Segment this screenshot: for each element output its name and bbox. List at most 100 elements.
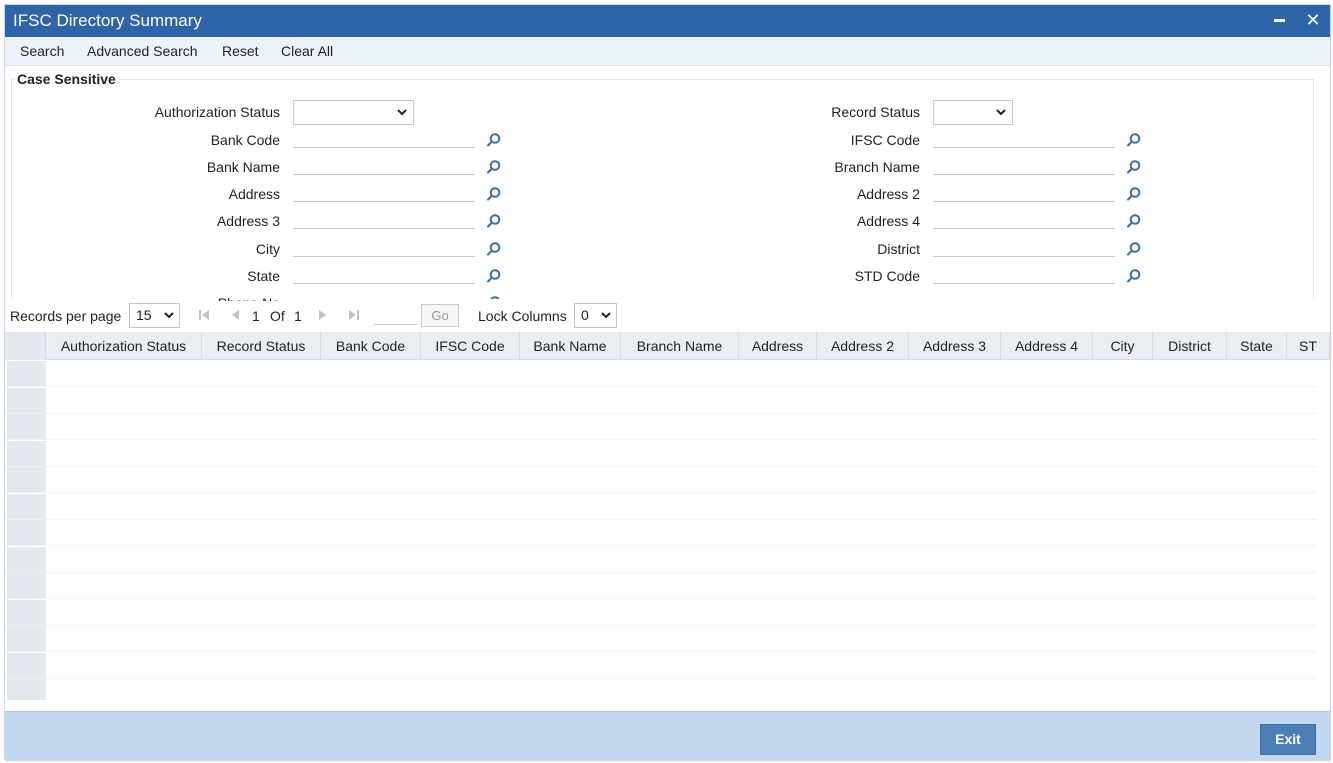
row-selector[interactable] bbox=[7, 467, 46, 492]
chevron-down-icon bbox=[601, 312, 611, 319]
table-row[interactable] bbox=[5, 572, 1316, 599]
ifsc-code-input[interactable] bbox=[933, 126, 1115, 148]
row-selector[interactable] bbox=[7, 361, 46, 386]
select-all-cell[interactable] bbox=[5, 332, 46, 360]
table-row[interactable] bbox=[5, 652, 1316, 679]
column-header[interactable]: District bbox=[1153, 332, 1227, 360]
lock-columns-select[interactable]: 0 bbox=[574, 303, 617, 328]
table-row[interactable] bbox=[5, 466, 1316, 493]
column-header[interactable]: Branch Name bbox=[621, 332, 739, 360]
search-button[interactable]: Search bbox=[20, 43, 64, 59]
results-grid: Authorization Status Record Status Bank Co… bbox=[5, 332, 1330, 700]
lock-columns-value: 0 bbox=[581, 307, 589, 323]
advanced-search-button[interactable]: Advanced Search bbox=[87, 43, 198, 59]
table-row[interactable] bbox=[5, 440, 1316, 467]
table-row[interactable] bbox=[5, 599, 1316, 626]
table-row[interactable] bbox=[5, 546, 1316, 573]
row-selector[interactable] bbox=[7, 679, 46, 700]
column-header[interactable]: Record Status bbox=[202, 332, 321, 360]
of-label: Of bbox=[270, 308, 285, 324]
table-row[interactable] bbox=[5, 387, 1316, 414]
branch-name-input[interactable] bbox=[933, 153, 1115, 175]
records-per-page-select[interactable]: 15 bbox=[129, 303, 180, 328]
minimize-button[interactable] bbox=[1268, 9, 1290, 31]
search-lookup-icon[interactable] bbox=[1126, 268, 1142, 284]
search-lookup-icon[interactable] bbox=[486, 132, 502, 148]
authorization-status-select[interactable] bbox=[293, 100, 414, 125]
exit-button[interactable]: Exit bbox=[1260, 724, 1316, 755]
search-lookup-icon[interactable] bbox=[486, 268, 502, 284]
column-header[interactable]: City bbox=[1093, 332, 1153, 360]
search-lookup-icon[interactable] bbox=[1126, 241, 1142, 257]
table-row[interactable] bbox=[5, 493, 1316, 520]
column-header[interactable]: State bbox=[1227, 332, 1287, 360]
state-input[interactable] bbox=[293, 262, 475, 284]
search-lookup-icon[interactable] bbox=[1126, 213, 1142, 229]
district-input[interactable] bbox=[933, 235, 1115, 257]
reset-button[interactable]: Reset bbox=[222, 43, 259, 59]
lock-columns-label: Lock Columns bbox=[478, 308, 567, 324]
address-input[interactable] bbox=[293, 180, 475, 202]
column-header[interactable]: IFSC Code bbox=[421, 332, 520, 360]
previous-page-icon[interactable] bbox=[228, 308, 242, 322]
row-selector[interactable] bbox=[7, 573, 46, 598]
column-header[interactable]: Bank Name bbox=[520, 332, 621, 360]
row-selector[interactable] bbox=[7, 493, 46, 519]
search-lookup-icon[interactable] bbox=[486, 241, 502, 257]
row-selector[interactable] bbox=[7, 440, 46, 466]
row-selector[interactable] bbox=[7, 520, 46, 545]
bank-code-input[interactable] bbox=[293, 126, 475, 148]
table-row[interactable] bbox=[5, 678, 1316, 700]
page-number-input[interactable] bbox=[374, 305, 418, 325]
search-lookup-icon[interactable] bbox=[1126, 186, 1142, 202]
address-3-label: Address 3 bbox=[216, 213, 280, 229]
row-selector[interactable] bbox=[7, 599, 46, 625]
address-2-label: Address 2 bbox=[856, 186, 920, 202]
column-header[interactable]: Bank Code bbox=[321, 332, 421, 360]
column-header[interactable]: Address 4 bbox=[1001, 332, 1093, 360]
city-input[interactable] bbox=[293, 235, 475, 257]
next-page-icon[interactable] bbox=[316, 308, 330, 322]
search-lookup-icon[interactable] bbox=[486, 159, 502, 175]
table-row[interactable] bbox=[5, 360, 1316, 387]
bank-name-input[interactable] bbox=[293, 153, 475, 175]
row-selector[interactable] bbox=[7, 387, 46, 413]
row-selector[interactable] bbox=[7, 414, 46, 439]
column-header[interactable]: Address 3 bbox=[909, 332, 1001, 360]
search-lookup-icon[interactable] bbox=[1126, 132, 1142, 148]
table-row[interactable] bbox=[5, 625, 1316, 652]
column-header[interactable]: ST bbox=[1287, 332, 1330, 360]
first-page-icon[interactable] bbox=[197, 308, 211, 322]
grid-header: Authorization Status Record Status Bank Co… bbox=[5, 332, 1330, 360]
address-2-input[interactable] bbox=[933, 180, 1115, 202]
address-4-label: Address 4 bbox=[856, 213, 920, 229]
column-header[interactable]: Address 2 bbox=[817, 332, 909, 360]
address-3-input[interactable] bbox=[293, 207, 475, 229]
branch-name-label: Branch Name bbox=[834, 159, 920, 175]
toolbar: Search Advanced Search Reset Clear All bbox=[5, 37, 1330, 66]
clear-all-button[interactable]: Clear All bbox=[281, 43, 333, 59]
total-pages: 1 bbox=[294, 308, 302, 324]
column-header[interactable]: Authorization Status bbox=[46, 332, 202, 360]
bank-code-label: Bank Code bbox=[210, 132, 280, 148]
record-status-select[interactable] bbox=[933, 100, 1013, 125]
row-selector[interactable] bbox=[7, 652, 46, 678]
go-button[interactable]: Go bbox=[421, 304, 459, 327]
search-lookup-icon[interactable] bbox=[486, 213, 502, 229]
close-icon: ✕ bbox=[1305, 10, 1321, 30]
table-row[interactable] bbox=[5, 413, 1316, 440]
row-selector[interactable] bbox=[7, 546, 46, 572]
column-header[interactable]: Address bbox=[739, 332, 817, 360]
authorization-status-label: Authorization Status bbox=[154, 104, 280, 120]
minimize-icon bbox=[1273, 18, 1285, 22]
search-lookup-icon[interactable] bbox=[486, 295, 502, 299]
search-lookup-icon[interactable] bbox=[486, 186, 502, 202]
table-row[interactable] bbox=[5, 519, 1316, 546]
row-selector[interactable] bbox=[7, 626, 46, 651]
search-lookup-icon[interactable] bbox=[1126, 159, 1142, 175]
close-button[interactable]: ✕ bbox=[1302, 9, 1324, 31]
std-code-input[interactable] bbox=[933, 262, 1115, 284]
address-4-input[interactable] bbox=[933, 207, 1115, 229]
last-page-icon[interactable] bbox=[347, 308, 361, 322]
record-status-label: Record Status bbox=[831, 104, 920, 120]
